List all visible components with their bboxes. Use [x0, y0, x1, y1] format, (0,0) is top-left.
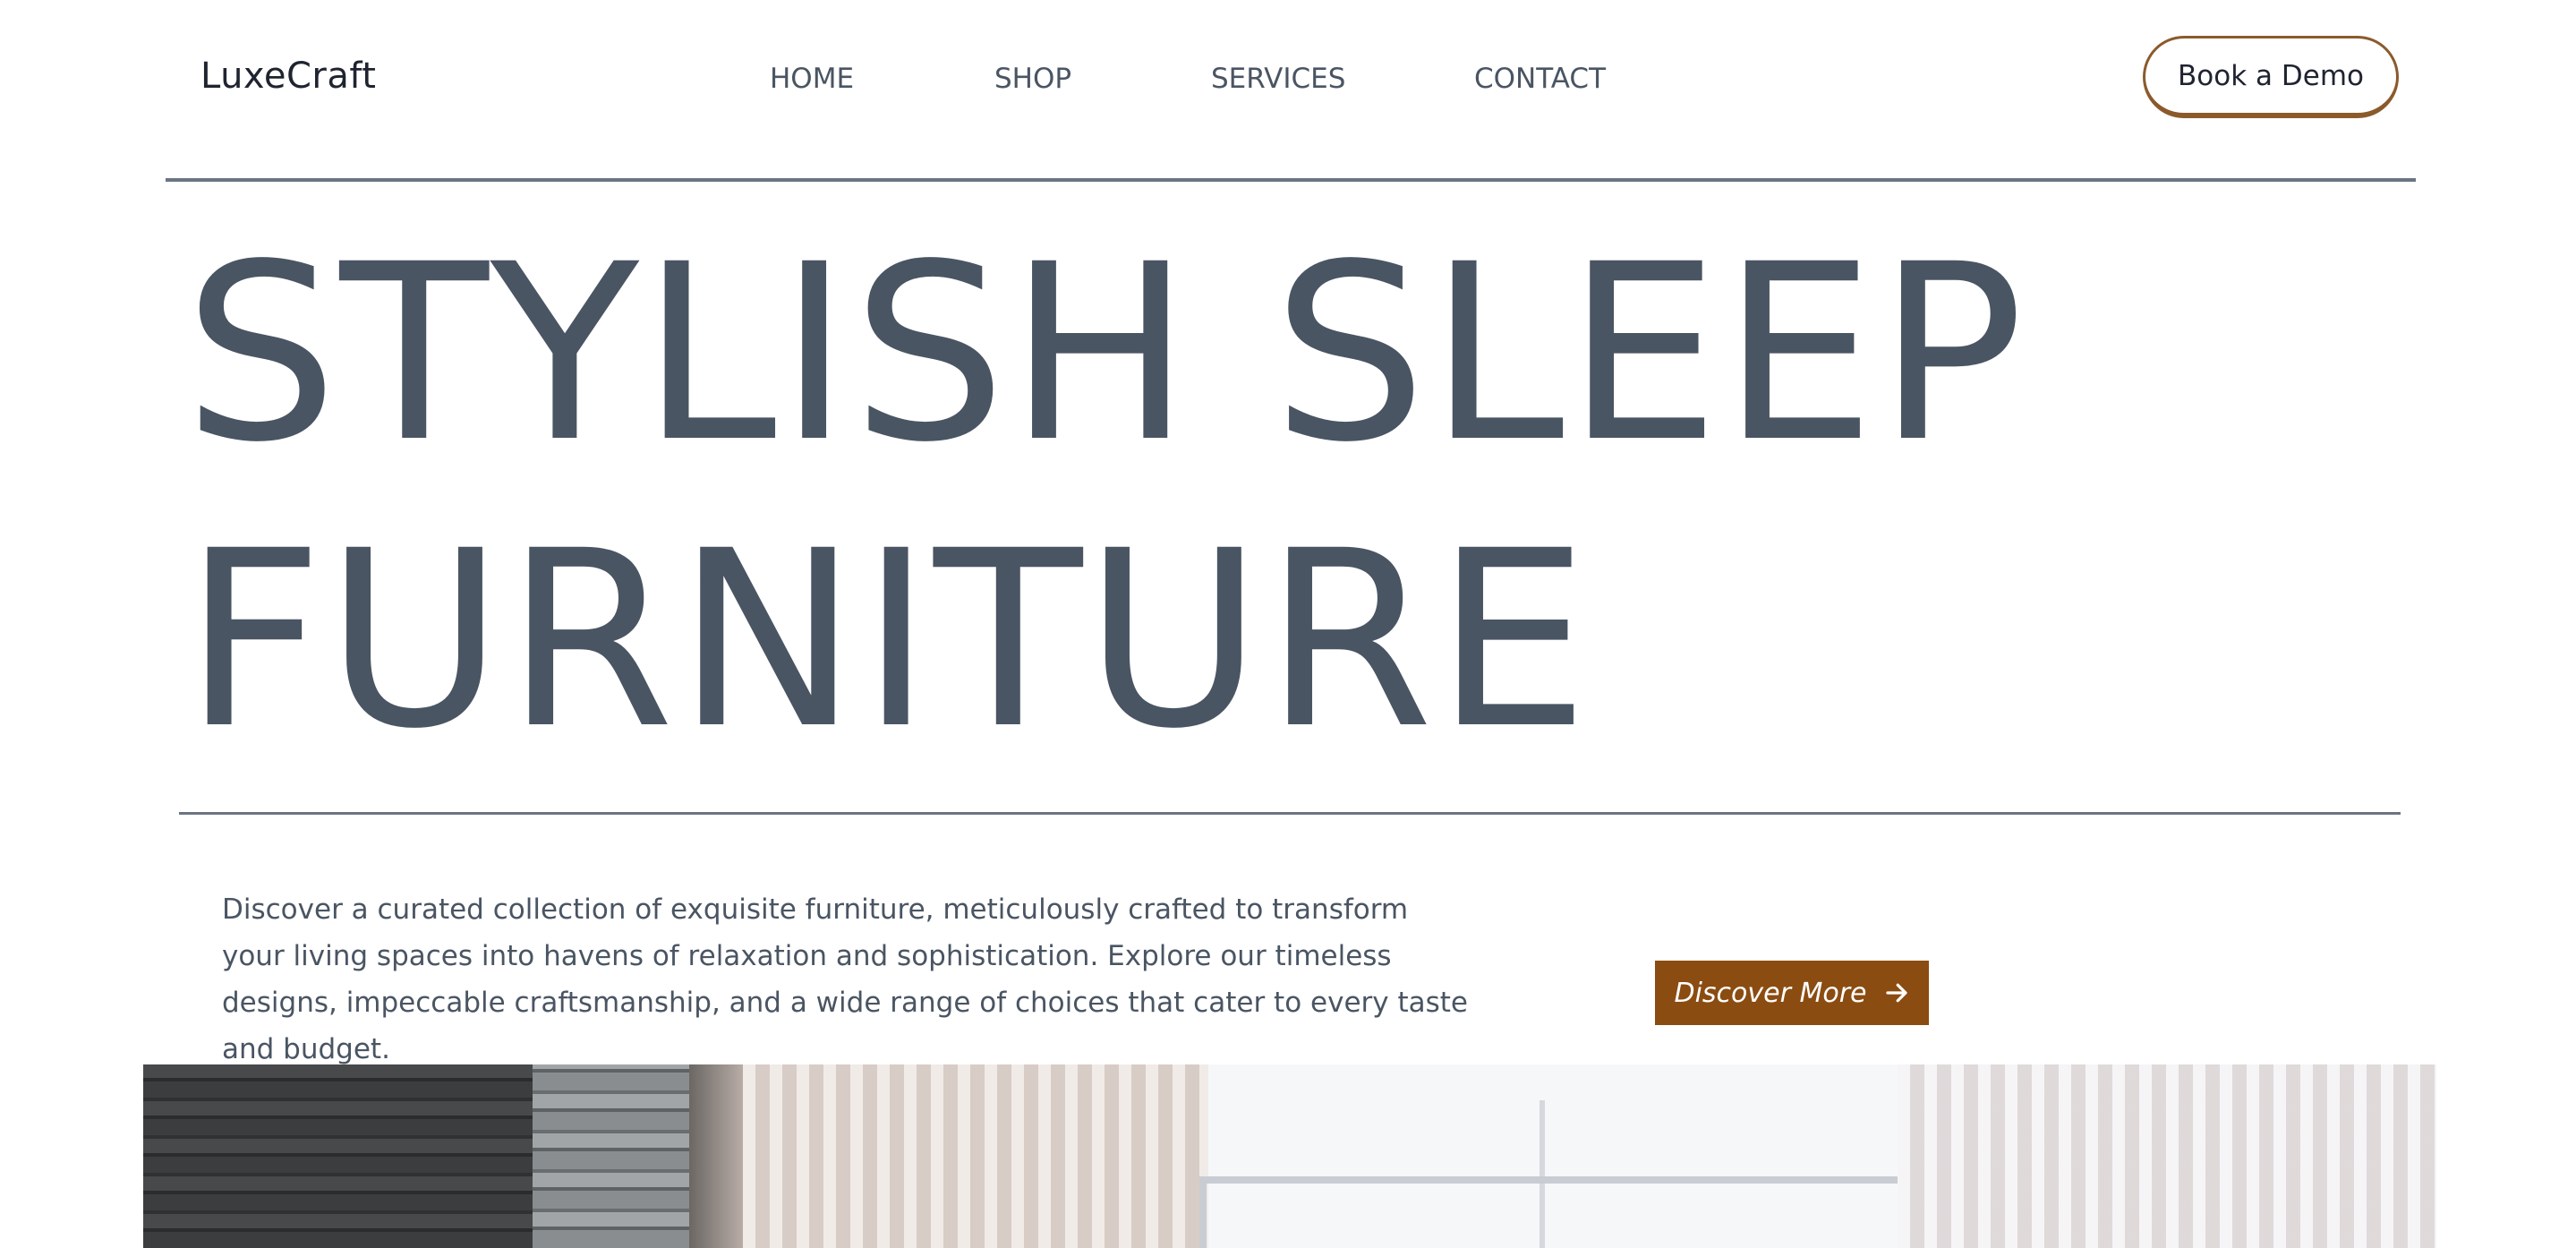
hero-title-line-1: STYLISH SLEEP: [183, 213, 2026, 496]
nav-services[interactable]: SERVICES: [1211, 63, 1345, 95]
hero-title-line-2: FURNITURE: [183, 500, 1591, 782]
stone-column: [533, 1064, 689, 1248]
book-demo-button[interactable]: Book a Demo: [2143, 36, 2399, 118]
window-frame: [1199, 1176, 1906, 1248]
discover-more-button[interactable]: Discover More: [1655, 961, 1929, 1025]
nav-shop[interactable]: SHOP: [994, 63, 1071, 95]
hero-description: Discover a curated collection of exquisi…: [222, 893, 1468, 1065]
discover-more-label: Discover More: [1674, 977, 1867, 1009]
stone-wall: [143, 1064, 533, 1248]
hero-title: STYLISH SLEEP FURNITURE: [183, 211, 2026, 784]
bottom-divider: [179, 812, 2401, 815]
curtain-left: [743, 1064, 1208, 1248]
arrow-right-icon: [1885, 983, 1907, 1003]
nav-home[interactable]: HOME: [770, 63, 854, 95]
bedroom-interior-image: [143, 1064, 2436, 1248]
landing-page: LuxeCraft HOME SHOP SERVICES CONTACT Boo…: [0, 0, 2576, 1248]
top-divider: [166, 178, 2416, 182]
curtain-right: [1898, 1064, 2436, 1248]
nav-contact[interactable]: CONTACT: [1474, 63, 1606, 95]
